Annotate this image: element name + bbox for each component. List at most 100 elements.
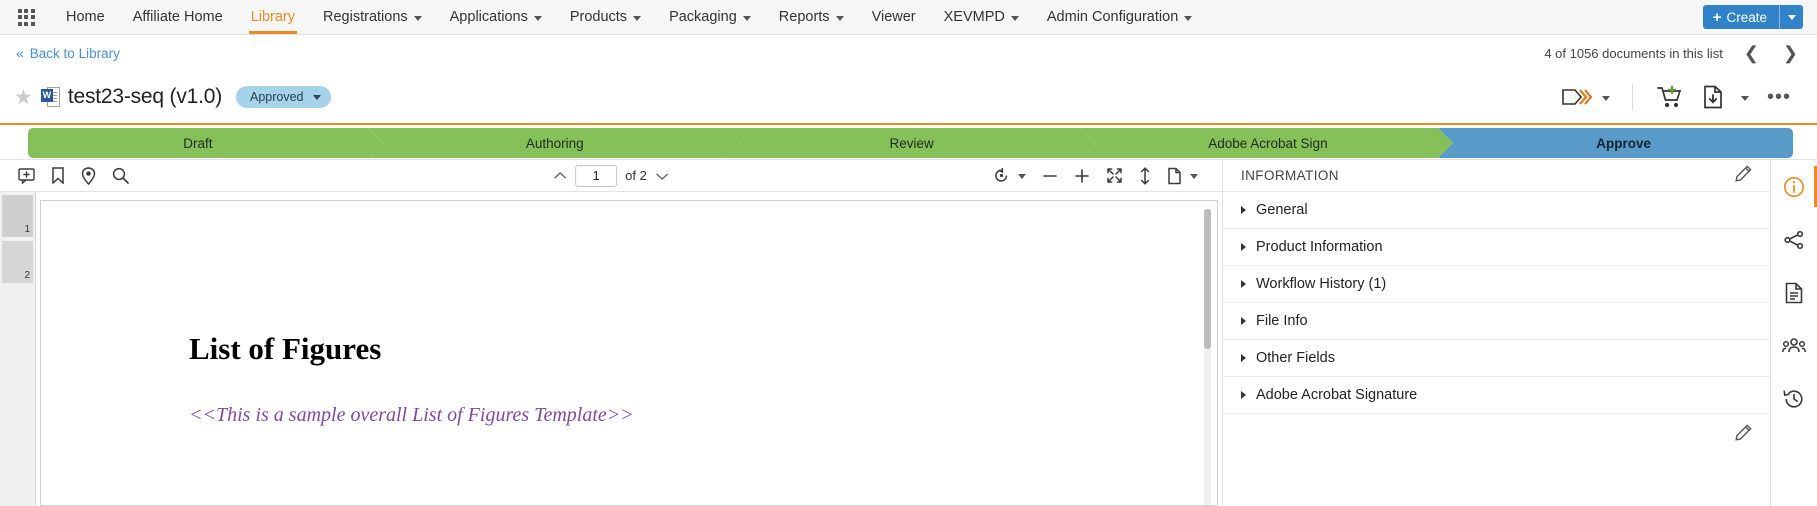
workflow-stage-approve[interactable]: Approve [1438,128,1794,158]
users-group-icon[interactable] [1771,319,1817,372]
download-document-icon[interactable] [1695,85,1731,109]
workflow-stage-label: Adobe Acrobat Sign [1208,135,1328,151]
info-section-file-info[interactable]: File Info [1223,303,1770,340]
workflow-stage-adobe-acrobat-sign[interactable]: Adobe Acrobat Sign [1081,128,1454,158]
rotate-dropdown[interactable] [1018,172,1026,179]
word-document-icon: W [40,86,60,108]
send-workflow-icon[interactable] [1562,88,1592,106]
zoom-in-icon[interactable] [1074,168,1090,184]
nav-item-xevmpd[interactable]: XEVMPD [930,0,1033,34]
nav-item-label: Home [66,9,105,25]
document-title-bar: ★ W test23-seq (v1.0) Approved ••• [0,71,1817,123]
nav-item-packaging[interactable]: Packaging [655,0,765,34]
info-icon[interactable] [1771,160,1817,213]
page-thumbnail[interactable]: 1 [2,195,33,237]
bookmark-icon[interactable] [51,167,65,184]
info-section-label: Adobe Acrobat Signature [1256,387,1418,403]
information-sections: General Product Information Workflow Histo… [1223,192,1770,414]
info-section-label: Workflow History (1) [1256,276,1387,292]
nav-item-label: Packaging [669,9,737,25]
nav-item-library[interactable]: Library [237,0,309,34]
chevron-down-icon [742,15,751,21]
nav-item-label: Reports [778,9,830,25]
workflow-branch-icon[interactable] [1771,213,1817,266]
info-section-label: Other Fields [1256,350,1335,366]
viewer-toolbar: of 2 [0,160,1222,192]
nav-right-actions: + Create [1702,0,1817,34]
top-navigation-bar: Home Affiliate Home Library Registrations Ap… [0,0,1817,35]
page-number-input[interactable] [575,164,618,187]
workflow-stages: Draft Authoring Review Adobe Acrobat Sign Ap… [28,128,1794,158]
page-thumbnail[interactable]: 2 [2,241,33,283]
double-chevron-left-icon: « [16,45,24,61]
nav-item-reports[interactable]: Reports [765,0,858,34]
create-button[interactable]: + Create [1702,5,1803,29]
create-button-label: Create [1726,9,1767,25]
fit-height-icon[interactable] [1139,166,1151,185]
favorite-star-icon[interactable]: ★ [14,87,33,108]
sub-header-bar: « Back to Library 4 of 1056 documents in… [0,35,1817,71]
nav-item-label: XEVMPD [943,9,1005,25]
more-actions-icon[interactable]: ••• [1759,87,1799,107]
previous-document-button[interactable]: ❮ [1741,44,1762,62]
workflow-stage-label: Draft [183,135,213,151]
create-dropdown-button[interactable] [1779,5,1803,29]
nav-item-label: Applications [449,9,528,25]
chevron-down-icon [1010,15,1019,21]
history-icon[interactable] [1771,372,1817,425]
download-dropdown[interactable] [1735,94,1755,101]
chevron-down-icon [1190,174,1198,179]
fit-page-icon[interactable] [1106,167,1123,184]
next-document-button[interactable]: ❯ [1780,44,1801,62]
status-badge[interactable]: Approved [236,86,331,108]
app-switcher-button[interactable] [0,0,52,34]
info-section-other-fields[interactable]: Other Fields [1223,340,1770,377]
rotate-icon[interactable] [993,167,1010,184]
nav-item-applications[interactable]: Applications [436,0,556,34]
info-section-workflow-history-1[interactable]: Workflow History (1) [1223,266,1770,303]
nav-item-label: Library [250,9,296,25]
add-to-cart-icon[interactable] [1649,85,1691,109]
nav-item-label: Affiliate Home [132,9,223,25]
zoom-out-icon[interactable] [1042,168,1058,184]
pencil-icon[interactable] [1735,424,1752,446]
nav-item-home[interactable]: Home [52,0,119,34]
document-icon[interactable] [1771,266,1817,319]
workflow-stage-draft[interactable]: Draft [28,128,383,158]
page-layout-icon[interactable] [1167,167,1182,185]
info-section-adobe-acrobat-signature[interactable]: Adobe Acrobat Signature [1223,377,1770,414]
word-icon-letter: W [40,88,53,102]
nav-item-products[interactable]: Products [556,0,655,34]
page-thumbnail-number: 1 [24,224,30,235]
chevron-down-icon [312,94,321,100]
chevron-right-icon [1241,206,1246,214]
page-scrollbar-thumb[interactable] [1204,209,1211,349]
workflow-stage-review[interactable]: Review [725,128,1097,158]
nav-item-viewer[interactable]: Viewer [858,0,930,34]
application-window: Home Affiliate Home Library Registrations Ap… [0,0,1817,506]
add-comment-icon[interactable] [18,167,35,184]
info-section-product-information[interactable]: Product Information [1223,229,1770,266]
workflow-stage-authoring[interactable]: Authoring [367,128,741,158]
page-layout-dropdown[interactable] [1190,172,1198,179]
document-action-icons: ••• [1562,84,1799,110]
back-to-library-link[interactable]: « Back to Library [16,45,120,61]
send-workflow-dropdown[interactable] [1596,94,1616,101]
document-heading: List of Figures [189,331,382,366]
search-icon[interactable] [112,167,129,184]
information-panel: INFORMATION General Product Information Wo… [1222,160,1770,506]
location-pin-icon[interactable] [81,166,96,185]
create-button-main[interactable]: + Create [1703,5,1779,29]
nav-item-registrations[interactable]: Registrations [309,0,436,34]
main-content: of 2 [0,159,1817,506]
chevron-down-icon[interactable] [655,171,669,181]
info-section-general[interactable]: General [1223,192,1770,229]
chevron-right-icon [1241,354,1246,362]
nav-item-admin-configuration[interactable]: Admin Configuration [1033,0,1206,34]
page-thumbnail-rail: 12 [0,192,36,506]
document-count-text: 4 of 1056 documents in this list [1544,45,1723,61]
pencil-icon[interactable] [1735,164,1752,187]
chevron-up-icon[interactable] [553,171,567,181]
workflow-stage-label: Authoring [525,135,584,151]
nav-item-affiliate-home[interactable]: Affiliate Home [119,0,237,34]
